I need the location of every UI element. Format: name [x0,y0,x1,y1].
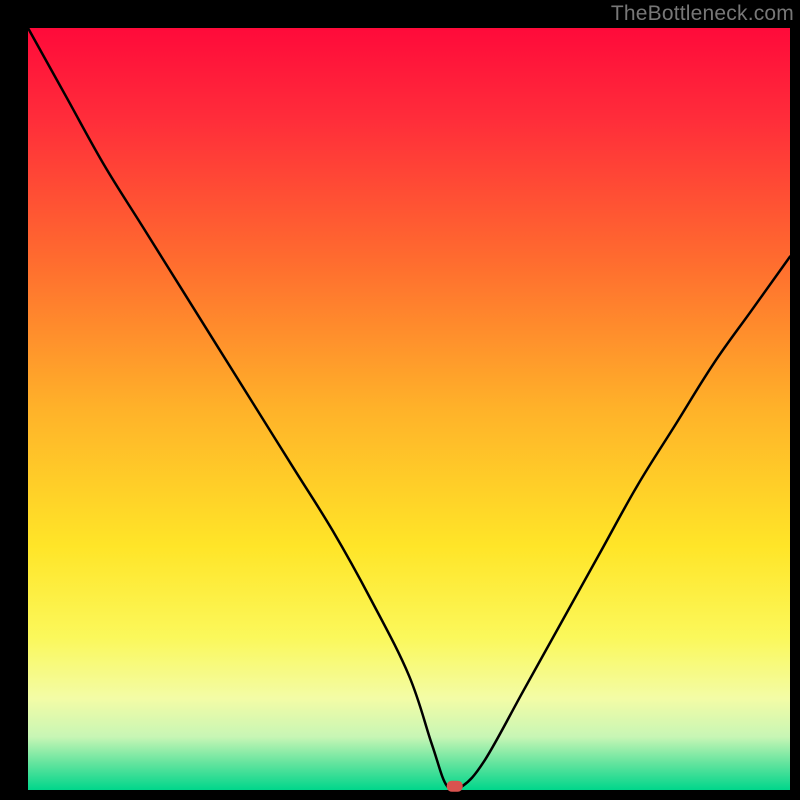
chart-container: TheBottleneck.com [0,0,800,800]
watermark-text: TheBottleneck.com [611,2,794,26]
optimal-point-marker [447,781,463,792]
bottleneck-chart [0,0,800,800]
